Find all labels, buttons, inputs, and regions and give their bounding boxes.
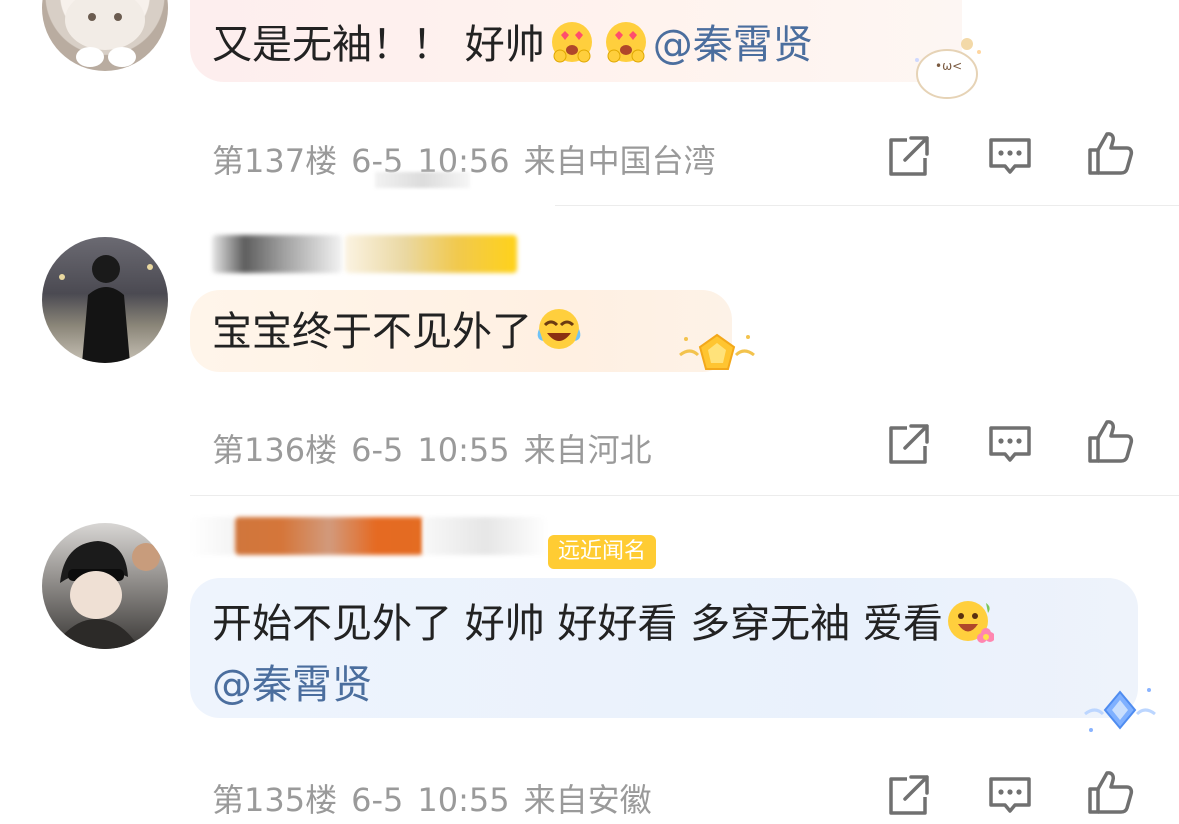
- svg-text:•ω<: •ω<: [935, 59, 962, 73]
- bubble-sticker-icon: •ω<: [905, 30, 985, 104]
- comment-text-content: 又是无袖！！ 好帅: [212, 22, 545, 68]
- comment-icon[interactable]: [985, 420, 1035, 470]
- share-icon[interactable]: [883, 420, 933, 470]
- comment-meta: 第135楼 6-5 10:55 来自安徽: [212, 775, 666, 821]
- redacted-username: [235, 517, 423, 555]
- floor-number: 第135楼: [212, 781, 338, 819]
- redacted-username: [423, 517, 548, 555]
- comment-icon[interactable]: [985, 132, 1035, 182]
- comment-location: 来自安徽: [523, 781, 652, 819]
- share-icon[interactable]: [883, 771, 933, 821]
- avatar[interactable]: [42, 523, 168, 649]
- comment-time: 10:55: [417, 781, 510, 819]
- share-icon[interactable]: [883, 132, 933, 182]
- comment-135: 远近闻名 开始不见外了 好帅 好好看 多穿无袖 爱看 @秦霄贤 第135楼 6-5…: [0, 495, 1179, 824]
- redacted-badge: [345, 235, 517, 273]
- comment-mention-line: @秦霄贤: [212, 659, 372, 711]
- comment-text: 宝宝终于不见外了: [212, 305, 586, 358]
- mention-link[interactable]: @秦霄贤: [212, 662, 372, 708]
- diamond-badge-icon: [1075, 680, 1165, 744]
- thumbs-up-icon[interactable]: [1085, 767, 1135, 817]
- avatar[interactable]: [42, 0, 168, 71]
- comment-text: 开始不见外了 好帅 好好看 多穿无袖 爱看: [212, 597, 997, 650]
- medal-badge-icon: [672, 325, 762, 389]
- comment-meta: 第137楼 6-5 10:56 来自中国台湾: [212, 136, 730, 182]
- redacted-text: [375, 172, 470, 188]
- heart-eyes-emoji-icon: [602, 18, 650, 66]
- floor-number: 第136楼: [212, 431, 338, 469]
- redacted-username: [190, 517, 235, 555]
- mention-link[interactable]: @秦霄贤: [653, 22, 813, 68]
- comment-text-content: 宝宝终于不见外了: [212, 309, 532, 355]
- comment-date: 6-5: [351, 781, 404, 819]
- thumbs-up-icon[interactable]: [1085, 416, 1135, 466]
- honor-badge: 远近闻名: [548, 535, 657, 569]
- comment-date: 6-5: [351, 431, 404, 469]
- comment-text-content: 开始不见外了 好帅 好好看 多穿无袖 爱看: [212, 601, 943, 647]
- avatar[interactable]: [42, 237, 168, 363]
- comment-137: 又是无袖！！ 好帅 @秦霄贤 •ω< 第137楼 6-5 10:56 来自中国台湾: [0, 0, 1179, 205]
- comment-icon[interactable]: [985, 771, 1035, 821]
- smile-flower-emoji-icon: [946, 597, 995, 645]
- comment-meta: 第136楼 6-5 10:55 来自河北: [212, 425, 666, 471]
- comment-text: 又是无袖！！ 好帅 @秦霄贤: [212, 18, 813, 71]
- comment-location: 来自河北: [523, 431, 652, 469]
- floor-number: 第137楼: [212, 142, 338, 180]
- laughing-crying-emoji-icon: [535, 305, 583, 353]
- comment-136: 宝宝终于不见外了 第136楼 6-5 10:55 来自河北: [0, 205, 1179, 495]
- thumbs-up-icon[interactable]: [1085, 128, 1135, 178]
- comment-time: 10:55: [417, 431, 510, 469]
- comment-location: 来自中国台湾: [523, 142, 716, 180]
- heart-eyes-emoji-icon: [548, 18, 596, 66]
- redacted-username: [212, 235, 342, 273]
